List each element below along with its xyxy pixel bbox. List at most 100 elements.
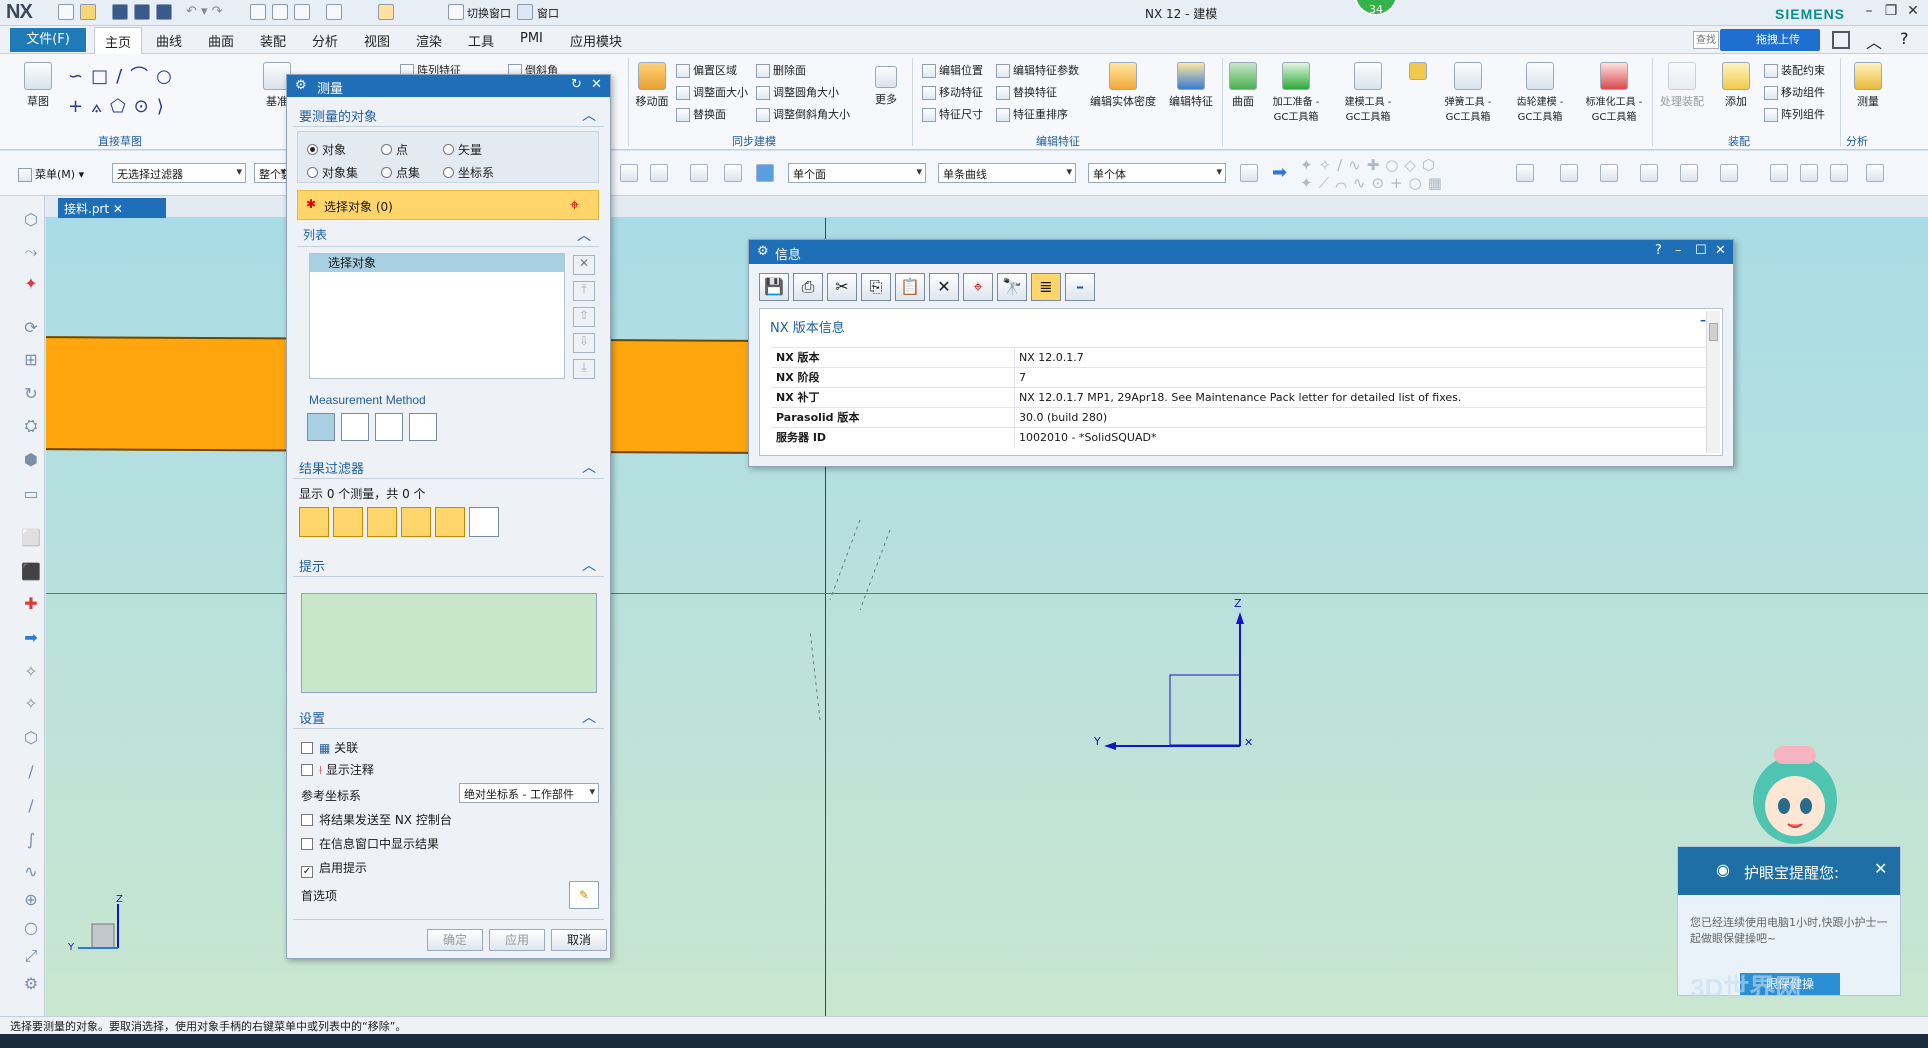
window-menu-label[interactable]: 窗口 (537, 5, 559, 21)
send-console-checkbox[interactable]: 将结果发送至 NX 控制台 (301, 811, 452, 828)
assembly-navigator-icon[interactable]: ⬡ (20, 210, 42, 232)
hd3d-icon[interactable]: ⊞ (20, 350, 42, 372)
radio-csys[interactable]: 坐标系 (443, 164, 494, 181)
collapse-ribbon-icon[interactable]: ︿ (1866, 29, 1882, 53)
restore-icon[interactable]: ❐ (1880, 3, 1902, 23)
assembly-constraint-button[interactable]: 装配约束 (1764, 62, 1825, 78)
shading-icon[interactable] (1600, 164, 1618, 182)
crosshair-icon[interactable]: ⌖ (570, 195, 579, 215)
switch-window-icon[interactable] (448, 4, 464, 20)
undo-icon[interactable]: ↶ ▾ ↷ (186, 4, 223, 19)
process-assembly-button[interactable]: 处理装配 (1656, 62, 1708, 109)
show-annotation-checkbox[interactable]: ⟊ 显示注释 (301, 761, 374, 778)
edit-feature-button[interactable]: 编辑特征 (1164, 62, 1218, 109)
find-icon[interactable]: ⌖ (963, 273, 993, 301)
close-dialog-icon[interactable]: ✕ (591, 77, 602, 92)
move-up-icon[interactable]: ⇧ (573, 307, 595, 327)
csys-icon[interactable] (1720, 164, 1738, 182)
tab-curve[interactable]: 曲线 (156, 31, 182, 50)
minimize-icon[interactable]: – (1858, 3, 1880, 23)
move-top-icon[interactable]: ⤒ (573, 281, 595, 301)
type-filter-select[interactable]: 无选择过滤器 (112, 163, 246, 183)
save-as-icon[interactable] (134, 4, 150, 20)
wcs-icon[interactable] (1770, 164, 1788, 182)
reorder-feature-button[interactable]: 特征重排序 (996, 106, 1068, 122)
arrow-right-tool-icon[interactable]: ➡ (20, 628, 42, 650)
existing-point-icon[interactable]: ⤢ (20, 946, 42, 968)
copy-icon[interactable] (272, 4, 288, 20)
point-snap-icon[interactable]: ✧ (20, 662, 42, 684)
help-icon[interactable]: ? (1655, 243, 1662, 258)
array-component-button[interactable]: 阵列组件 (1764, 106, 1825, 122)
filter-distance-icon[interactable] (299, 507, 329, 537)
filter-angle-icon[interactable] (367, 507, 397, 537)
sketch-button[interactable]: 草图 (20, 62, 56, 109)
spline-icon[interactable]: ∫ (20, 830, 42, 852)
replace-face-button[interactable]: 替换面 (676, 106, 726, 122)
part-navigator-icon[interactable]: ✦ (20, 274, 42, 296)
select-object-field[interactable]: ✱ 选择对象 (0) ⌖ (297, 190, 599, 220)
line-icon[interactable]: ∕ (20, 762, 42, 784)
objects-section-header[interactable]: 要测量的对象 ︿ (293, 103, 604, 127)
delete-icon[interactable]: ✕ (929, 273, 959, 301)
body-rule-select[interactable]: 单个体 (1088, 163, 1226, 183)
cancel-button[interactable]: 取消 (551, 929, 607, 951)
upload-button[interactable]: 拖拽上传 (1720, 29, 1820, 51)
snap-icon[interactable] (650, 164, 668, 182)
tab-tools[interactable]: 工具 (468, 31, 494, 50)
snap-point-icons[interactable]: ✦✧∕∿✚○◇⬡ ✦⟋⌒∿⊙+○▦ (1300, 156, 1540, 192)
gc-machining-button[interactable]: 加工准备 - GC工具箱 (1264, 62, 1328, 123)
method-length-icon[interactable] (409, 413, 437, 441)
cut-icon[interactable] (250, 4, 266, 20)
curve-snap-icon[interactable]: ∿ (20, 862, 42, 884)
arc-icon[interactable]: ∕ (20, 796, 42, 818)
results-filter-header[interactable]: 结果过滤器 ︿ (293, 455, 604, 479)
replace-feature-button[interactable]: 替换特征 (996, 84, 1057, 100)
layer-icon[interactable] (1560, 164, 1578, 182)
select-icon[interactable] (620, 164, 638, 182)
resize-face-button[interactable]: 调整面大小 (676, 84, 748, 100)
center-point-icon[interactable]: ⊕ (20, 890, 42, 912)
resize-blend-button[interactable]: 调整圆角大小 (756, 84, 839, 100)
quadrant-icon[interactable]: ○ (20, 918, 42, 940)
move-wcs-icon[interactable] (1800, 164, 1818, 182)
move-component-button[interactable]: 移动组件 (1764, 84, 1825, 100)
list-section-header[interactable]: 列表 ︿ (297, 223, 599, 247)
menu-dropdown[interactable]: 菜单(M) ▾ (18, 166, 84, 182)
close-icon[interactable]: ✕ (1902, 3, 1924, 23)
gc-modeling-button[interactable]: 建模工具 - GC工具箱 (1336, 62, 1400, 123)
file-menu-button[interactable]: 文件(F) (10, 28, 86, 52)
switch-window-label[interactable]: 切换窗口 (467, 5, 511, 21)
associate-checkbox[interactable]: ▦ 关联 (301, 739, 358, 756)
arrow-right-icon[interactable]: ➡ (1272, 162, 1287, 183)
show-info-checkbox[interactable]: 在信息窗口中显示结果 (301, 835, 439, 852)
method-distance-icon[interactable] (307, 413, 335, 441)
gc-spring-button[interactable]: 弹簧工具 - GC工具箱 (1436, 62, 1500, 123)
print-icon[interactable]: ⎙ (793, 273, 823, 301)
tab-view[interactable]: 视图 (364, 31, 390, 50)
tab-pmi[interactable]: PMI (520, 31, 543, 46)
radio-object[interactable]: 对象 (307, 141, 346, 158)
command-search-input[interactable] (1693, 31, 1719, 49)
paste-icon[interactable]: 📋 (895, 273, 925, 301)
paste-icon[interactable] (294, 4, 310, 20)
list-header-row[interactable]: 选择对象 (310, 254, 564, 272)
window-icon[interactable] (517, 4, 533, 20)
measure-button[interactable]: 测量 (1848, 62, 1888, 109)
edit-feature-params-button[interactable]: 编辑特征参数 (996, 62, 1079, 78)
filter-volume-icon[interactable] (435, 507, 465, 537)
preferences-icon[interactable]: ✎ (569, 881, 599, 909)
face-rule-select[interactable]: 单个面 (788, 163, 926, 183)
selection-options-icon[interactable] (1240, 164, 1258, 182)
ok-button[interactable]: 确定 (427, 929, 483, 951)
constraint-navigator-icon[interactable]: ⤳ (20, 242, 42, 264)
box-face-icon[interactable] (724, 164, 742, 182)
move-feature-button[interactable]: 移动特征 (922, 84, 983, 100)
save-all-icon[interactable] (156, 4, 172, 20)
reuse-library-icon[interactable]: ⟳ (20, 318, 42, 340)
method-projected-icon[interactable] (341, 413, 369, 441)
edit-solid-density-button[interactable]: 编辑实体密度 (1088, 62, 1158, 109)
info-content[interactable]: NX 版本信息 – NX 版本 NX 12.0.1.7 NX 阶段 7 NX 补丁 N… (759, 308, 1723, 456)
feature-dimension-button[interactable]: 特征尺寸 (922, 106, 983, 122)
tab-render[interactable]: 渲染 (416, 31, 442, 50)
